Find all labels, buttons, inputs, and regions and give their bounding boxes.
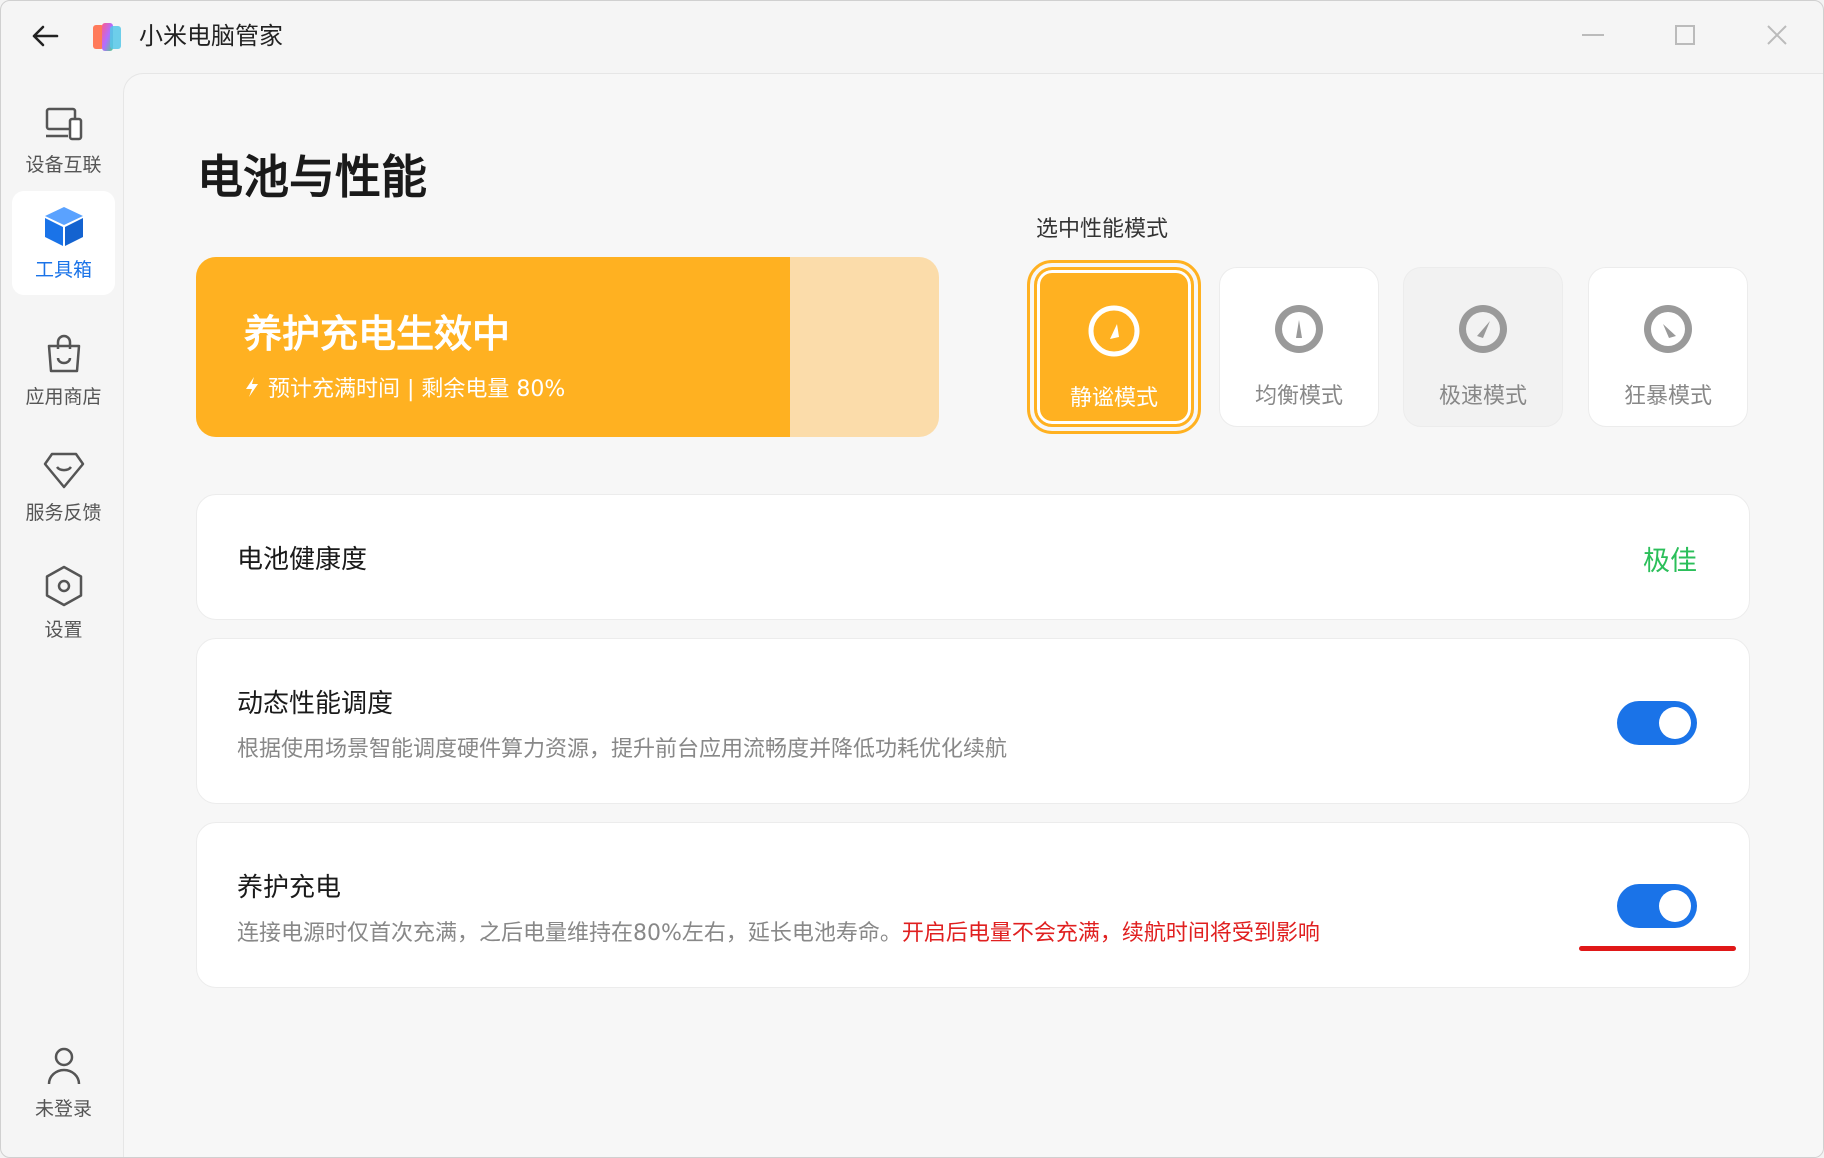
mode-fast[interactable]: 极速模式 — [1403, 267, 1563, 427]
sidebar-item-label: 设备互联 — [25, 153, 102, 176]
speedometer-icon — [1275, 305, 1323, 353]
back-button[interactable] — [25, 19, 65, 53]
app-logo-icon — [93, 23, 121, 51]
battery-health-card: 电池健康度 极佳 — [196, 494, 1750, 620]
dynamic-performance-toggle[interactable] — [1617, 701, 1697, 745]
title-bar: 小米电脑管家 — [1, 1, 1823, 71]
minimize-button[interactable] — [1569, 17, 1617, 53]
sidebar-item-label: 工具箱 — [34, 258, 92, 281]
speedometer-icon — [1644, 305, 1692, 353]
dynamic-performance-description: 根据使用场景智能调度硬件算力资源，提升前台应用流畅度并降低功耗优化续航 — [237, 737, 1008, 762]
account-button[interactable]: 未登录 — [12, 1031, 115, 1135]
dynamic-performance-card: 动态性能调度 根据使用场景智能调度硬件算力资源，提升前台应用流畅度并降低功耗优化… — [196, 638, 1750, 804]
dynamic-performance-title: 动态性能调度 — [237, 689, 394, 719]
charging-headline: 养护充电生效中 — [244, 312, 511, 356]
sidebar-item-settings[interactable]: 设置 — [12, 551, 115, 655]
care-charging-description-text: 连接电源时仅首次充满，之后电量维持在80%左右，延长电池寿命。 — [237, 921, 902, 946]
app-window: 小米电脑管家 设备互联 工具箱 应用商店 服务反馈 设置 未登录 电池与性能 养… — [0, 0, 1824, 1158]
toolbox-cube-icon — [44, 206, 83, 246]
charging-status-text: 预计充满时间 | 剩余电量 80% — [268, 377, 566, 402]
sidebar-item-label: 应用商店 — [25, 385, 102, 408]
shopping-bag-icon — [47, 334, 80, 372]
mode-name: 极速模式 — [1438, 384, 1527, 409]
speedometer-icon — [1459, 305, 1507, 353]
charging-status-banner: 养护充电生效中 预计充满时间 | 剩余电量 80% — [196, 257, 939, 437]
settings-hexagon-icon — [45, 565, 82, 606]
charging-subtitle: 预计充满时间 | 剩余电量 80% — [244, 371, 565, 403]
mode-balanced[interactable]: 均衡模式 — [1219, 267, 1379, 427]
service-feedback-icon — [43, 452, 84, 488]
sidebar-item-service-feedback[interactable]: 服务反馈 — [12, 435, 115, 539]
device-connect-icon — [45, 107, 82, 140]
page-title: 电池与性能 — [197, 150, 427, 204]
sidebar-item-label: 服务反馈 — [25, 501, 102, 524]
mode-name: 静谧模式 — [1069, 386, 1158, 411]
care-charging-warning: 开启后电量不会充满，续航时间将受到影响 — [901, 921, 1320, 946]
sidebar-item-device-connect[interactable]: 设备互联 — [12, 89, 115, 193]
toggle-knob — [1659, 890, 1691, 922]
app-title: 小米电脑管家 — [139, 22, 283, 50]
sidebar-item-label: 设置 — [44, 618, 83, 641]
toggle-knob — [1659, 707, 1691, 739]
performance-mode-label: 选中性能模式 — [1036, 217, 1169, 242]
care-charging-toggle[interactable] — [1617, 884, 1697, 928]
sidebar-item-app-store[interactable]: 应用商店 — [12, 319, 115, 423]
maximize-button[interactable] — [1661, 17, 1709, 53]
care-charging-description: 连接电源时仅首次充满，之后电量维持在80%左右，延长电池寿命。开启后电量不会充满… — [237, 915, 1320, 947]
red-underline-annotation — [1579, 946, 1736, 951]
user-icon — [47, 1047, 80, 1084]
minimize-icon — [1582, 34, 1604, 36]
maximize-icon — [1675, 25, 1695, 45]
battery-health-title: 电池健康度 — [237, 545, 368, 575]
sidebar-item-toolbox[interactable]: 工具箱 — [12, 191, 115, 295]
close-icon — [1767, 25, 1787, 45]
mode-name: 狂暴模式 — [1623, 384, 1712, 409]
mode-quiet[interactable]: 静谧模式 — [1027, 260, 1201, 434]
sidebar: 设备互联 工具箱 应用商店 服务反馈 设置 未登录 — [1, 71, 123, 1157]
mode-name: 均衡模式 — [1254, 384, 1343, 409]
lightning-icon — [246, 377, 258, 397]
close-button[interactable] — [1753, 17, 1801, 53]
care-charging-title: 养护充电 — [237, 873, 342, 903]
account-label: 未登录 — [34, 1097, 92, 1120]
speedometer-icon — [1088, 305, 1140, 357]
care-charging-card: 养护充电 连接电源时仅首次充满，之后电量维持在80%左右，延长电池寿命。开启后电… — [196, 822, 1750, 988]
back-arrow-icon — [32, 25, 59, 47]
mode-extreme[interactable]: 狂暴模式 — [1588, 267, 1748, 427]
battery-health-value: 极佳 — [1643, 546, 1697, 577]
